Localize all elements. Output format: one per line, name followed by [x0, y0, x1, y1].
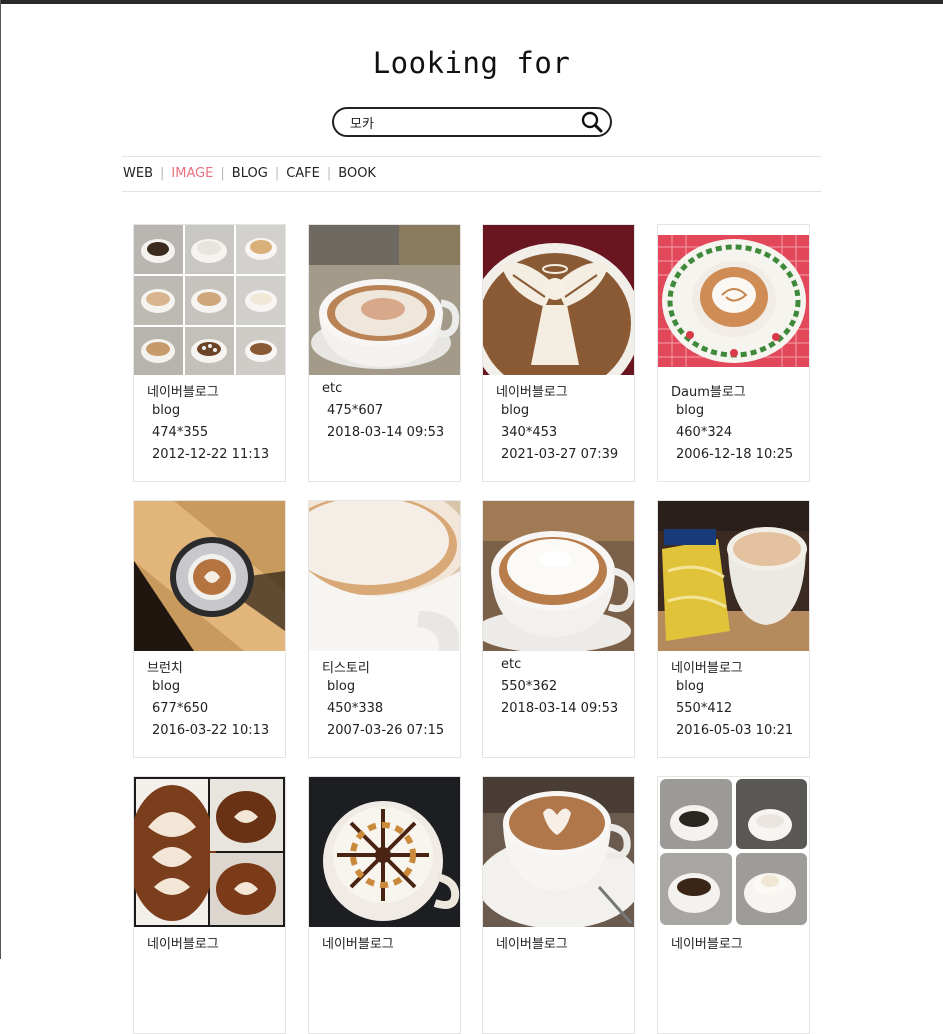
- result-info: blog: [501, 403, 530, 418]
- tab-separator: |: [274, 166, 280, 181]
- result-size: 550*412: [676, 701, 733, 716]
- result-date: 2006-12-18 10:25: [676, 447, 794, 462]
- result-card[interactable]: 네이버블로그 blog 340*453 2021-03-27 07:39: [482, 224, 635, 482]
- result-thumbnail[interactable]: [134, 225, 285, 375]
- result-source: 네이버블로그: [671, 937, 743, 952]
- result-card[interactable]: 네이버블로그: [657, 776, 810, 1034]
- result-date: 2016-05-03 10:21: [676, 723, 794, 738]
- result-card[interactable]: 네이버블로그: [133, 776, 286, 1034]
- tab-separator: |: [160, 166, 165, 181]
- tab-separator: |: [220, 166, 225, 181]
- result-source: etc: [322, 381, 343, 396]
- tab-blog[interactable]: BLOG: [232, 166, 268, 181]
- result-source: 브런치: [147, 661, 183, 676]
- tab-separator: |: [326, 166, 332, 181]
- result-thumbnail[interactable]: [658, 501, 809, 651]
- result-date: 2018-03-14 09:53: [501, 701, 619, 716]
- result-info: blog: [676, 679, 705, 694]
- result-thumbnail[interactable]: [658, 777, 809, 927]
- result-size: 340*453: [501, 425, 558, 440]
- result-card[interactable]: 네이버블로그 blog 474*355 2012-12-22 11:13: [133, 224, 286, 482]
- result-thumbnail[interactable]: [483, 501, 634, 651]
- search-icon[interactable]: [580, 110, 604, 134]
- search-box: [332, 107, 612, 137]
- result-card[interactable]: 브런치 blog 677*650 2016-03-22 10:13: [133, 500, 286, 758]
- result-thumbnail[interactable]: [309, 225, 460, 375]
- result-source: Daum블로그: [671, 385, 746, 400]
- result-thumbnail[interactable]: [309, 777, 460, 927]
- tab-image[interactable]: IMAGE: [171, 166, 213, 181]
- result-card[interactable]: etc 475*607 2018-03-14 09:53: [308, 224, 461, 482]
- result-card[interactable]: 네이버블로그: [308, 776, 461, 1034]
- result-date: 2016-03-22 10:13: [152, 723, 270, 738]
- result-info: blog: [327, 679, 356, 694]
- result-date: 2012-12-22 11:13: [152, 447, 270, 462]
- result-source: 네이버블로그: [496, 385, 568, 400]
- result-source: 네이버블로그: [671, 661, 743, 676]
- result-size: 677*650: [152, 701, 209, 716]
- top-border: [0, 0, 943, 4]
- result-date: 2018-03-14 09:53: [327, 425, 445, 440]
- search-input[interactable]: [350, 112, 570, 132]
- result-thumbnail[interactable]: [658, 225, 809, 375]
- result-card[interactable]: 티스토리 blog 450*338 2007-03-26 07:15: [308, 500, 461, 758]
- result-date: 2021-03-27 07:39: [501, 447, 619, 462]
- result-size: 450*338: [327, 701, 384, 716]
- result-thumbnail[interactable]: [483, 777, 634, 927]
- result-card[interactable]: 네이버블로그: [482, 776, 635, 1034]
- result-source: 티스토리: [322, 661, 370, 676]
- tab-web[interactable]: WEB: [123, 166, 153, 181]
- result-card[interactable]: Daum블로그 blog 460*324 2006-12-18 10:25: [657, 224, 810, 482]
- result-source: 네이버블로그: [147, 385, 219, 400]
- result-size: 474*355: [152, 425, 209, 440]
- result-source: etc: [501, 657, 522, 672]
- result-info: blog: [152, 403, 181, 418]
- result-card[interactable]: etc 550*362 2018-03-14 09:53: [482, 500, 635, 758]
- result-thumbnail[interactable]: [483, 225, 634, 375]
- result-source: 네이버블로그: [496, 937, 568, 952]
- left-border: [0, 0, 1, 959]
- result-thumbnail[interactable]: [134, 501, 285, 651]
- page-title: Looking for: [372, 46, 571, 80]
- result-date: 2007-03-26 07:15: [327, 723, 445, 738]
- result-source: 네이버블로그: [322, 937, 394, 952]
- result-size: 475*607: [327, 403, 384, 418]
- result-size: 550*362: [501, 679, 558, 694]
- tab-cafe[interactable]: CAFE: [286, 166, 320, 181]
- result-info: blog: [676, 403, 705, 418]
- result-thumbnail[interactable]: [134, 777, 285, 927]
- tab-book[interactable]: BOOK: [338, 166, 376, 181]
- result-size: 460*324: [676, 425, 733, 440]
- result-thumbnail[interactable]: [309, 501, 460, 651]
- result-info: blog: [152, 679, 181, 694]
- result-source: 네이버블로그: [147, 937, 219, 952]
- search-tabs: WEB | IMAGE | BLOG | CAFE | BOOK: [122, 156, 821, 192]
- result-card[interactable]: 네이버블로그 blog 550*412 2016-05-03 10:21: [657, 500, 810, 758]
